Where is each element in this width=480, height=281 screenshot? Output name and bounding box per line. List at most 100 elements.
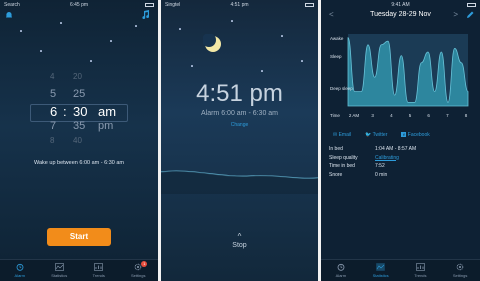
- y-label: Awake: [330, 36, 344, 41]
- hour-value: 5: [50, 88, 57, 100]
- battery-icon: [145, 2, 154, 8]
- tab-label: Trends: [92, 273, 105, 278]
- wake-window-text: Wake up between 6:00 am - 6:30 am: [34, 160, 124, 166]
- tab-bar: Alarm Statistics Trends 1 Settings: [0, 259, 158, 281]
- stat-row: In bed 1:04 AM - 8:57 AM: [329, 146, 474, 155]
- minute-value: 20: [73, 72, 82, 81]
- facebook-label: Facebook: [407, 132, 430, 138]
- stat-value: 1:04 AM - 8:57 AM: [375, 146, 417, 152]
- hour-value: 4: [50, 72, 55, 81]
- sleep-tracking-screen: Singtel 4:51 pm 4:51 pm Alarm 6:00 am - …: [161, 0, 318, 281]
- y-label: Sleep: [330, 54, 342, 59]
- stat-row: Time in bed 7:52: [329, 163, 474, 172]
- screenshot-collage: Search 6:45 pm 4 20 5 25 6 : 30 am 7 35 …: [0, 0, 480, 281]
- tab-label: Alarm: [14, 273, 25, 278]
- stat-key: Sleep quality: [329, 154, 358, 161]
- share-row: ✉ Email 🐦 Twitter f Facebook: [333, 132, 430, 138]
- status-bar: Search 6:45 pm: [0, 0, 158, 9]
- notification-badge: 1: [141, 261, 148, 267]
- x-axis-label: Time: [330, 113, 340, 118]
- facebook-icon: f: [401, 132, 407, 137]
- tab-label: Settings: [452, 273, 468, 278]
- y-label: Deep sleep: [330, 86, 353, 91]
- star: [20, 30, 22, 32]
- stat-key: In bed: [329, 146, 343, 152]
- picker-row[interactable]: 5 25: [30, 88, 128, 104]
- star: [40, 50, 42, 52]
- statistics-icon: [376, 263, 385, 271]
- sleep-wave: [161, 170, 318, 194]
- minute-value: 35: [73, 120, 86, 132]
- chevron-right-icon[interactable]: >: [453, 10, 458, 19]
- status-bar: 9:41 AM: [321, 0, 480, 9]
- minute-value: 25: [73, 88, 86, 100]
- ampm-value: am: [98, 104, 117, 119]
- star: [179, 28, 181, 30]
- start-button[interactable]: Start: [47, 228, 111, 246]
- tab-bar: Alarm Statistics Trends Settings: [321, 259, 480, 281]
- ampm-value: pm: [98, 120, 114, 132]
- star: [135, 25, 137, 27]
- sleep-chart: Awake Sleep Deep sleep Time 2 AM 3 4 5 6 7 8: [328, 28, 474, 126]
- x-tick-label: 2 AM: [349, 113, 360, 118]
- trends-icon: [94, 263, 104, 271]
- tab-label: Statistics: [51, 273, 68, 278]
- hour-value: 7: [50, 120, 57, 132]
- picker-row[interactable]: 8 40: [30, 136, 128, 152]
- stop-button[interactable]: Stop: [161, 242, 318, 249]
- picker-row-selected[interactable]: 6 : 30 am: [30, 104, 128, 120]
- sleep-chart-svg: AwakeSleepDeep sleepTime 2 AM 3 4 5 6 7 8: [328, 28, 474, 126]
- stat-row: Snore 0 min: [329, 172, 474, 181]
- stat-key: Snore: [329, 171, 343, 178]
- star: [90, 60, 92, 62]
- tab-statistics[interactable]: Statistics: [40, 260, 80, 281]
- stat-key: Time in bed: [329, 163, 355, 169]
- colon: :: [63, 104, 67, 119]
- tab-label: Statistics: [372, 273, 389, 278]
- star: [231, 20, 233, 22]
- star: [191, 65, 193, 67]
- picker-row[interactable]: 7 35 pm: [30, 120, 128, 136]
- moon-icon: [203, 34, 221, 52]
- picker-row[interactable]: 4 20: [30, 72, 128, 88]
- tab-settings[interactable]: 1 Settings: [119, 260, 159, 281]
- statistics-icon: [54, 263, 64, 271]
- chevron-up-icon[interactable]: ^: [161, 232, 318, 241]
- tab-trends[interactable]: Trends: [401, 260, 441, 281]
- tab-alarm[interactable]: Alarm: [321, 260, 361, 281]
- tab-statistics[interactable]: Statistics: [361, 260, 401, 281]
- time-picker[interactable]: 4 20 5 25 6 : 30 am 7 35 pm 8 40: [30, 72, 128, 152]
- star: [110, 40, 112, 42]
- battery-icon: [467, 2, 476, 8]
- night-stats: In bed 1:04 AM - 8:57 AM Sleep quality Cal…: [329, 146, 474, 180]
- tab-settings[interactable]: Settings: [440, 260, 480, 281]
- email-share-button[interactable]: ✉ Email: [333, 132, 351, 138]
- battery-icon: [305, 2, 314, 8]
- tab-trends[interactable]: Trends: [79, 260, 119, 281]
- alarm-clock-icon: [337, 263, 345, 271]
- alarm-clock-icon[interactable]: [5, 11, 13, 19]
- pencil-icon[interactable]: [466, 11, 474, 19]
- trends-icon: [416, 263, 425, 271]
- tab-alarm[interactable]: Alarm: [0, 260, 40, 281]
- music-note-icon[interactable]: [141, 10, 150, 19]
- star: [301, 60, 303, 62]
- status-time: 9:41 AM: [391, 2, 410, 8]
- minute-value: 30: [73, 104, 88, 119]
- statistics-screen: 9:41 AM < Tuesday 28-29 Nov > Awake Sleep…: [321, 0, 480, 281]
- change-link[interactable]: Change: [161, 122, 318, 128]
- star: [60, 22, 62, 24]
- calibrating-link[interactable]: Calibrating: [375, 155, 399, 164]
- current-time: 4:51 pm: [196, 80, 283, 107]
- hour-value: 6: [50, 104, 58, 119]
- email-label: Email: [338, 132, 352, 138]
- alarm-window: Alarm 6:00 am - 6:30 am: [200, 110, 279, 117]
- status-time: 4:51 pm: [230, 2, 249, 8]
- facebook-share-button[interactable]: f Facebook: [401, 132, 430, 138]
- status-time: 6:45 pm: [69, 2, 89, 8]
- alarm-screen: Search 6:45 pm 4 20 5 25 6 : 30 am 7 35 …: [0, 0, 158, 281]
- star: [281, 35, 283, 37]
- twitter-share-button[interactable]: 🐦 Twitter: [365, 132, 387, 138]
- stat-value: 7:52: [375, 163, 385, 169]
- date-nav: < Tuesday 28-29 Nov >: [321, 10, 480, 22]
